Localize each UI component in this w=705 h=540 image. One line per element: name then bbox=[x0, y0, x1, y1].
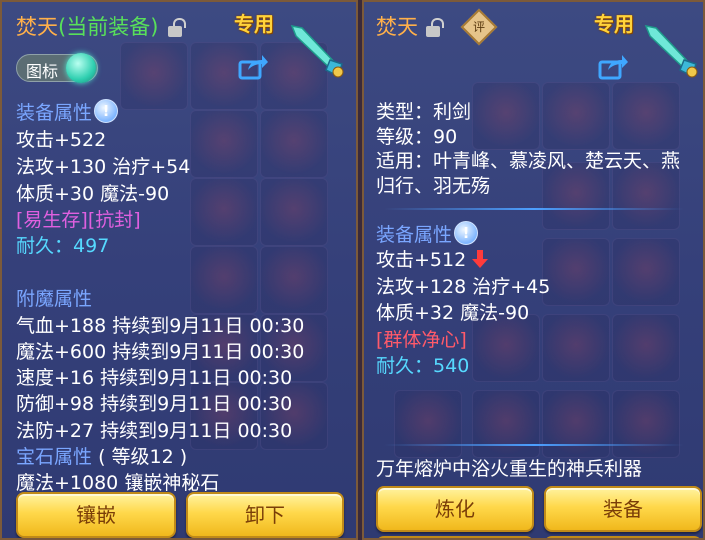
down-arrow-icon bbox=[472, 249, 489, 268]
enchant-line: 魔法+600 持续到9月11日 00:30 bbox=[16, 341, 305, 363]
enchant-line: 气血+188 持续到9月11日 00:30 bbox=[16, 315, 305, 337]
item-fit-line: 适用：叶青峰、慕凌风、楚云天、燕 bbox=[376, 150, 681, 172]
current-equipped-tag: (当前装备) bbox=[58, 15, 159, 39]
extra-button-right[interactable] bbox=[544, 536, 702, 538]
equipment-attr-title-text: 装备属性 bbox=[376, 224, 453, 246]
durability-value: 497 bbox=[73, 235, 110, 257]
unlock-icon[interactable] bbox=[168, 18, 186, 37]
enchant-attr-title: 附魔属性 bbox=[16, 288, 93, 310]
info-icon[interactable]: ! bbox=[94, 98, 119, 123]
divider bbox=[384, 208, 684, 210]
item-type: 类型：利剑 bbox=[376, 101, 472, 123]
sword-icon bbox=[644, 24, 698, 78]
durability-label: 耐久： bbox=[16, 235, 74, 257]
equipment-attr-title: 装备属性! bbox=[16, 98, 119, 126]
item-name: 焚天 bbox=[376, 15, 418, 39]
equipment-attr-title: 装备属性! bbox=[376, 220, 479, 248]
exclusive-label: 专用 bbox=[234, 12, 274, 36]
enchant-line: 速度+16 持续到9月11日 00:30 bbox=[16, 367, 293, 389]
rating-seal-icon[interactable]: 评 bbox=[460, 8, 498, 46]
compare-equipment-panel: 焚天 评 专用 类型：利剑 等级：90 适用：叶青峰、慕凌风、楚云天、燕 归行、… bbox=[362, 0, 705, 540]
icon-toggle-label: 图标 bbox=[26, 62, 59, 81]
attr-line: 攻击+522 bbox=[16, 129, 107, 151]
share-icon[interactable] bbox=[598, 54, 628, 80]
special-effects: [易生存][抗封] bbox=[16, 209, 141, 231]
divider bbox=[384, 444, 684, 446]
exclusive-label: 专用 bbox=[594, 12, 634, 36]
item-fit-line: 归行、羽无殇 bbox=[376, 175, 491, 197]
equipment-attr-title-text: 装备属性 bbox=[16, 102, 93, 124]
attr-line: 体质+32 魔法-90 bbox=[376, 302, 530, 324]
icon-toggle[interactable]: 图标 bbox=[16, 53, 98, 83]
durability: 耐久：540 bbox=[376, 353, 469, 379]
item-level: 等级：90 bbox=[376, 126, 458, 148]
attr-line: 法攻+128 治疗+45 bbox=[376, 276, 551, 298]
durability: 耐久：497 bbox=[16, 233, 109, 259]
item-name: 焚天 bbox=[16, 15, 58, 39]
enchant-line: 法防+27 持续到9月11日 00:30 bbox=[16, 420, 293, 442]
enchant-line: 防御+98 持续到9月11日 00:30 bbox=[16, 393, 293, 415]
unlock-icon[interactable] bbox=[426, 18, 444, 37]
extra-button-left[interactable] bbox=[376, 536, 534, 538]
gem-level: ( 等级12 ) bbox=[98, 446, 188, 468]
equip-button[interactable]: 装备 bbox=[544, 486, 702, 532]
inlay-button[interactable]: 镶嵌 bbox=[16, 492, 176, 538]
item-title: 焚天(当前装备) bbox=[16, 14, 158, 40]
durability-value: 540 bbox=[433, 355, 470, 377]
refine-button[interactable]: 炼化 bbox=[376, 486, 534, 532]
info-icon[interactable]: ! bbox=[454, 220, 479, 245]
rating-seal-text: 评 bbox=[472, 20, 485, 34]
durability-label: 耐久： bbox=[376, 355, 434, 377]
special-effects: [群体净心] bbox=[376, 329, 467, 351]
attr-line-text: 攻击+512 bbox=[376, 249, 467, 271]
unequip-button[interactable]: 卸下 bbox=[186, 492, 344, 538]
item-description: 万年熔炉中浴火重生的神兵利器 bbox=[376, 458, 643, 480]
gem-attr-title: 宝石属性 ( 等级12 ) bbox=[16, 444, 187, 470]
share-icon[interactable] bbox=[238, 54, 268, 80]
attr-line: 攻击+512 bbox=[376, 247, 489, 273]
attr-line: 法攻+130 治疗+54 bbox=[16, 156, 191, 178]
current-equipment-panel: 焚天(当前装备) 专用 图标 装备属性! 攻击+522 法攻+130 治疗+54… bbox=[0, 0, 358, 540]
sword-icon bbox=[290, 24, 344, 78]
gem-attr-title-text: 宝石属性 bbox=[16, 446, 93, 468]
toggle-knob[interactable] bbox=[66, 53, 96, 83]
attr-line: 体质+30 魔法-90 bbox=[16, 183, 170, 205]
